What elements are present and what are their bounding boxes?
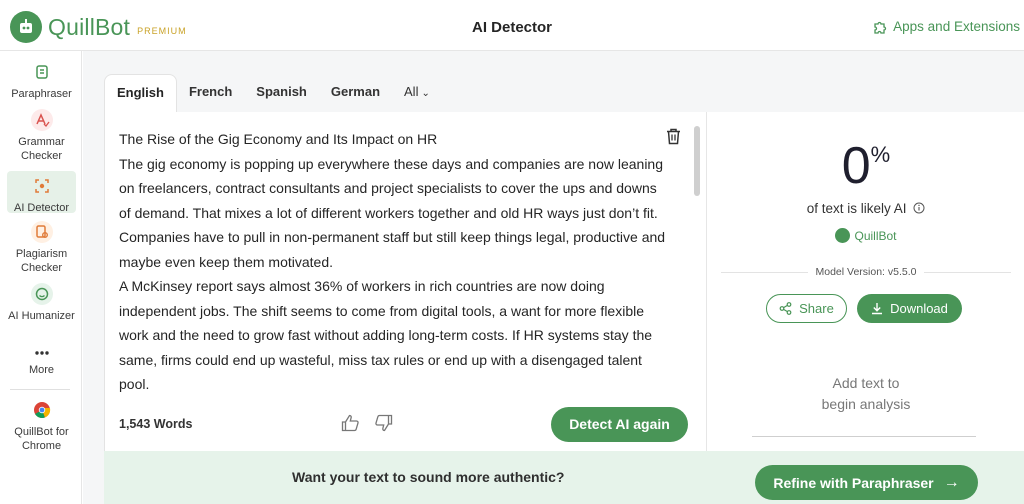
trash-icon[interactable] — [666, 128, 681, 150]
chevron-down-icon: ⌄ — [421, 88, 430, 99]
quillbot-mini-icon — [835, 228, 851, 243]
likely-ai-label: of text is likely AI — [806, 201, 907, 216]
chrome-icon — [31, 399, 53, 421]
premium-badge: PREMIUM — [137, 25, 187, 36]
share-icon — [779, 302, 792, 315]
likely-ai-text: of text is likely AI — [707, 201, 1024, 216]
refine-with-paraphraser-button[interactable]: Refine with Paraphraser → — [755, 465, 978, 500]
editor-paragraph: A McKinsey report says almost 36% of wor… — [119, 278, 653, 392]
grammar-checker-icon — [30, 109, 53, 131]
thumbs-up-icon[interactable] — [341, 414, 361, 432]
plagiarism-checker-icon — [30, 221, 53, 243]
tab-spanish[interactable]: Spanish — [244, 74, 319, 112]
apps-and-extensions-link[interactable]: Apps and Extensions — [873, 19, 1020, 34]
sidebar-item-label: More — [28, 364, 55, 376]
sidebar-item-quillbot-for-chrome[interactable]: QuillBot for Chrome — [7, 399, 76, 455]
quillbot-logo-icon — [10, 11, 42, 43]
sidebar-item-label: Grammar Checker — [18, 136, 65, 162]
ai-humanizer-icon — [30, 283, 53, 305]
model-version: Model Version: v5.5.0 — [707, 266, 1024, 278]
logo-text: QuillBot — [48, 13, 131, 40]
editor-paragraph: The Rise of the Gig Economy and Its Impa… — [119, 131, 438, 147]
model-version-text: Model Version: v5.5.0 — [807, 266, 925, 278]
language-tabs: English French Spanish German All ⌄ — [104, 74, 442, 112]
tab-english[interactable]: English — [104, 74, 177, 112]
sidebar-item-ai-humanizer[interactable]: AI Humanizer — [7, 283, 76, 335]
percent-sign: % — [870, 142, 891, 167]
sidebar-item-label: Plagiarism Checker — [15, 248, 68, 274]
tab-all-dropdown[interactable]: All ⌄ — [392, 74, 442, 112]
tab-german[interactable]: German — [319, 74, 392, 112]
result-panel: 0% of text is likely AI QuillBot Model V… — [706, 112, 1024, 451]
ai-percentage: 0% — [707, 136, 1024, 196]
ai-percentage-value: 0 — [841, 137, 871, 195]
text-editor[interactable]: The Rise of the Gig Economy and Its Impa… — [104, 112, 706, 451]
sidebar-item-label: QuillBot for Chrome — [14, 426, 69, 452]
apps-label: Apps and Extensions — [893, 19, 1020, 34]
info-icon[interactable] — [913, 202, 925, 214]
sidebar-divider — [10, 389, 70, 390]
sidebar-item-label: AI Humanizer — [8, 310, 75, 322]
quillbot-brand-mark: QuillBot — [707, 228, 1024, 243]
download-button[interactable]: Download — [857, 294, 962, 323]
editor-paragraph: The gig economy is popping up everywhere… — [119, 155, 666, 270]
brand-label: QuillBot — [854, 228, 897, 243]
main-area: English French Spanish German All ⌄ The R… — [83, 51, 1024, 504]
paraphraser-icon — [31, 61, 53, 83]
feedback-buttons — [341, 414, 393, 432]
tab-french[interactable]: French — [177, 74, 244, 112]
sidebar-item-label: AI Detector — [13, 202, 70, 214]
tab-all-label: All — [404, 84, 419, 99]
download-label: Download — [890, 301, 948, 316]
puzzle-icon — [874, 21, 887, 34]
sidebar-item-label: Paraphraser — [11, 88, 72, 100]
share-button[interactable]: Share — [766, 294, 847, 323]
ai-detector-icon — [31, 175, 53, 197]
sidebar-item-more[interactable]: More — [7, 345, 76, 381]
refine-label: Refine with Paraphraser — [773, 474, 934, 491]
quillbot-logo[interactable]: QuillBot PREMIUM — [10, 11, 187, 43]
sidebar-item-ai-detector[interactable]: AI Detector — [7, 171, 76, 214]
sidebar-item-paraphraser[interactable]: Paraphraser — [7, 61, 76, 101]
share-label: Share — [799, 301, 834, 316]
editor-content[interactable]: The Rise of the Gig Economy and Its Impa… — [119, 127, 669, 397]
add-text-hint: Add text to begin analysis — [707, 373, 1024, 415]
sidebar: Paraphraser Grammar Checker AI Detector … — [0, 51, 82, 504]
top-header: QuillBot PREMIUM AI Detector Apps and Ex… — [0, 0, 1024, 51]
add-text-line: begin analysis — [821, 396, 911, 412]
detect-ai-again-button[interactable]: Detect AI again — [551, 407, 688, 442]
sidebar-item-plagiarism-checker[interactable]: Plagiarism Checker — [7, 221, 76, 274]
more-icon — [31, 345, 53, 361]
sidebar-item-grammar-checker[interactable]: Grammar Checker — [7, 109, 76, 162]
download-icon — [872, 303, 883, 315]
editor-scrollbar[interactable] — [694, 126, 700, 196]
arrow-right-icon: → — [943, 473, 960, 491]
paraphraser-banner: Want your text to sound more authentic? … — [104, 451, 1024, 504]
banner-text: Want your text to sound more authentic? — [292, 469, 565, 485]
word-count: 1,543 Words — [119, 417, 193, 431]
result-divider — [752, 436, 976, 437]
add-text-line: Add text to — [832, 375, 900, 391]
thumbs-down-icon[interactable] — [373, 414, 393, 432]
